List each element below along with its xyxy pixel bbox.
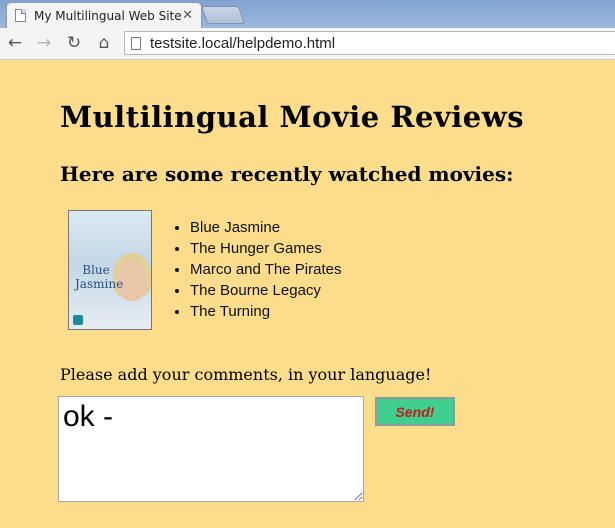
page-content: Multilingual Movie Reviews Here are some… [0,60,615,528]
home-icon[interactable]: ⌂ [93,32,115,54]
tab-title: My Multilingual Web Site [34,8,182,23]
reload-icon[interactable]: ↻ [63,32,85,54]
list-item: Marco and The Pirates [190,259,341,280]
comment-textarea[interactable]: ok - [58,396,364,502]
page-icon [131,36,141,50]
address-bar[interactable]: testsite.local/helpdemo.html [124,31,615,55]
comment-prompt: Please add your comments, in your langua… [60,365,432,384]
list-item: The Turning [190,301,341,322]
url-text: testsite.local/helpdemo.html [150,34,336,52]
page-title: Multilingual Movie Reviews [60,100,525,134]
list-item: Blue Jasmine [190,217,341,238]
rating-badge-icon [73,315,83,325]
list-item: The Hunger Games [190,238,341,259]
page-icon [15,9,26,22]
poster-title: Blue Jasmine [75,263,124,291]
close-icon[interactable]: ✕ [182,8,193,23]
send-button[interactable]: Send! [375,397,455,426]
tab-strip: My Multilingual Web Site ✕ [0,0,615,28]
back-arrow-icon[interactable]: ← [4,32,26,54]
browser-tab[interactable]: My Multilingual Web Site ✕ [6,2,202,28]
browser-toolbar: ← → ↻ ⌂ testsite.local/helpdemo.html [0,28,615,60]
new-tab-button[interactable] [200,6,246,24]
movie-poster-image: Blue Jasmine [68,210,152,330]
forward-arrow-icon[interactable]: → [33,32,55,54]
list-item: The Bourne Legacy [190,280,341,301]
movie-list: Blue Jasmine The Hunger Games Marco and … [172,217,341,322]
movies-subheading: Here are some recently watched movies: [60,162,514,186]
